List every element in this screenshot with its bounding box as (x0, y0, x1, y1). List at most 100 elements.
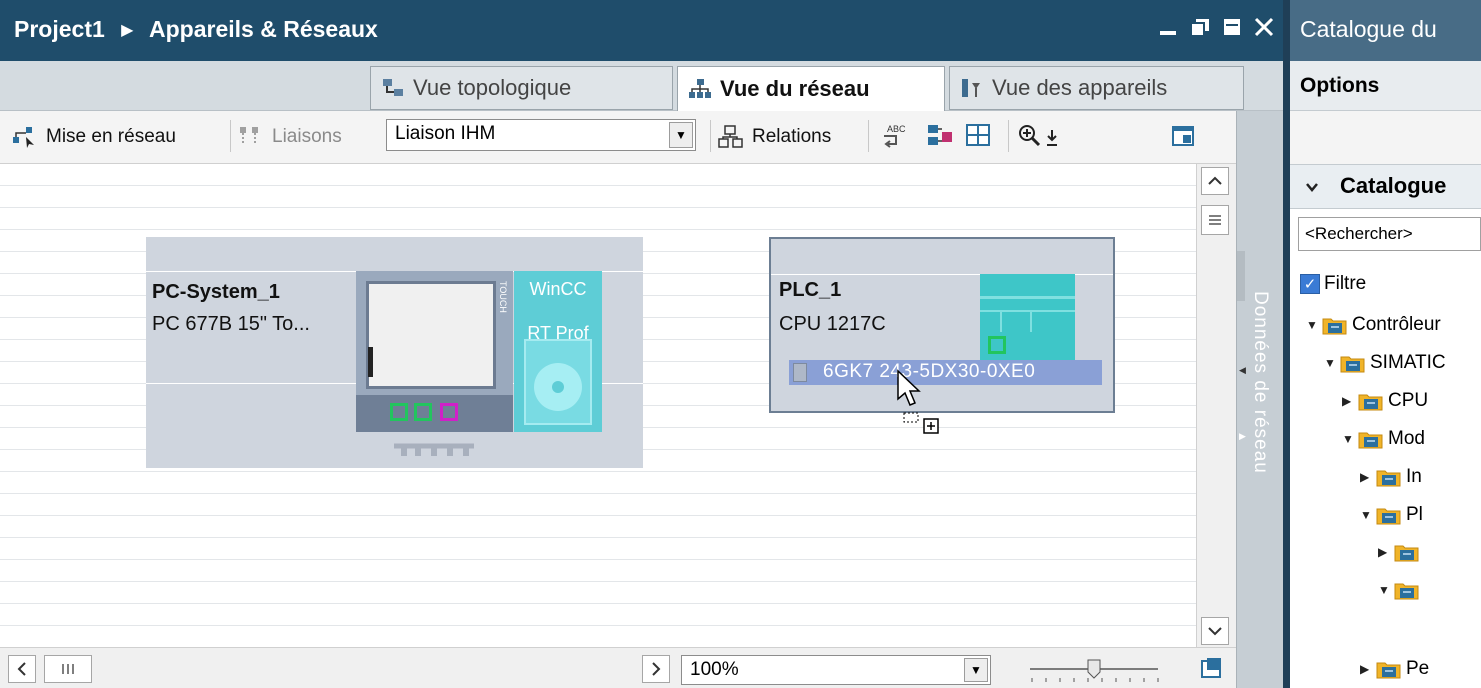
scroll-right-icon[interactable] (642, 655, 670, 683)
network-data-panel-toggle[interactable]: ◀ ▶ Données de réseau (1236, 111, 1283, 688)
tab-label: Vue des appareils (992, 75, 1168, 100)
scroll-left-icon[interactable] (8, 655, 36, 683)
horizontal-scroll-thumb[interactable] (44, 655, 92, 683)
port-icon[interactable] (414, 403, 432, 421)
tab-topology-view[interactable]: Vue topologique (370, 66, 673, 110)
vertical-scrollbar[interactable] (1196, 164, 1236, 647)
zoom-dropdown-icon[interactable] (1044, 126, 1060, 150)
tab-network-view[interactable]: Vue du réseau (677, 66, 945, 112)
grid-view-icon[interactable] (964, 122, 994, 150)
breadcrumb-devices-networks[interactable]: Appareils & Réseaux (149, 16, 378, 42)
collapsed-arrow-icon[interactable]: ▶ (1342, 394, 1356, 408)
topology-icon (383, 79, 403, 96)
chevron-down-icon[interactable] (1304, 179, 1320, 195)
properties-panel-icon[interactable] (1170, 124, 1198, 150)
folder-icon (1376, 508, 1401, 525)
minimize-icon[interactable] (1157, 14, 1179, 40)
tab-label: Vue du réseau (720, 76, 870, 101)
plc-device[interactable]: PLC_1 CPU 1217C 6GK7 243-5DX30-0XE0 (769, 237, 1115, 413)
overview-navigation-icon[interactable] (1198, 655, 1226, 683)
catalog-tree-item[interactable]: ▼ SIMATIC (1324, 352, 1446, 374)
dropdown-arrow-icon[interactable]: ▼ (669, 122, 693, 148)
scroll-up-icon[interactable] (1201, 167, 1229, 195)
catalog-tree-item[interactable]: ▶ In (1360, 466, 1422, 488)
connections-button[interactable]: Liaisons (238, 123, 342, 151)
pc-system-device[interactable]: PC-System_1 PC 677B 15" To... TOUCH WinC… (146, 237, 643, 468)
network-mode-label: Mise en réseau (46, 126, 176, 147)
show-address-labels-icon[interactable]: ABC (880, 122, 910, 150)
catalog-tree-item[interactable]: ▶ Pe (1360, 658, 1429, 680)
port-icon[interactable] (440, 403, 458, 421)
checkbox-checked-icon[interactable]: ✓ (1300, 274, 1320, 294)
expanded-arrow-icon[interactable]: ▼ (1378, 583, 1392, 597)
zoom-level-value: 100% (690, 659, 739, 680)
breadcrumb: Project1 ▶ Appareils & Réseaux (14, 16, 378, 43)
toolbar-divider (868, 120, 869, 152)
device-name: PLC_1 (779, 279, 842, 301)
zoom-level-select[interactable]: 100% ▼ (681, 655, 991, 685)
touch-label: TOUCH (498, 281, 508, 313)
catalog-tree-item[interactable]: ▶ CPU (1342, 390, 1428, 412)
catalog-search-input[interactable]: <Rechercher> (1298, 217, 1481, 251)
catalog-tree-item[interactable]: ▼ Pl (1360, 504, 1423, 526)
network-overview-icon[interactable] (926, 122, 956, 150)
expand-arrow-icon[interactable]: ▶ (1239, 431, 1246, 442)
port-icon[interactable] (988, 336, 1006, 354)
view-tab-bar: Vue topologique Vue du réseau Vue des ap… (0, 61, 1283, 112)
toolbar-divider (1008, 120, 1009, 152)
catalog-tree-item[interactable]: ▼ Contrôleur (1306, 314, 1441, 336)
breadcrumb-separator: ▶ (121, 22, 134, 39)
folder-icon (1394, 583, 1419, 600)
catalog-tree-item[interactable]: ▼ Mod (1342, 428, 1425, 450)
device-type: CPU 1217C (779, 313, 886, 335)
drag-add-cursor-icon (897, 369, 939, 434)
folder-icon (1358, 432, 1383, 449)
breadcrumb-project[interactable]: Project1 (14, 16, 105, 42)
expanded-arrow-icon[interactable]: ▼ (1342, 432, 1356, 446)
module-slot-icon (793, 363, 807, 382)
maximize-icon[interactable] (1221, 14, 1243, 40)
port-icon[interactable] (390, 403, 408, 421)
panel-port-bar (356, 395, 513, 432)
expanded-arrow-icon[interactable]: ▼ (1324, 356, 1338, 370)
scroll-down-icon[interactable] (1201, 617, 1229, 645)
network-data-label: Données de réseau (1250, 291, 1271, 474)
device-view-icon (962, 79, 980, 97)
catalog-options-header[interactable]: Options (1290, 61, 1481, 111)
panel-splitter[interactable] (1283, 0, 1290, 688)
catalog-section-header[interactable]: Catalogue (1290, 164, 1481, 209)
relations-button[interactable]: Relations (718, 123, 831, 151)
expanded-arrow-icon[interactable]: ▼ (1360, 508, 1374, 522)
zoom-slider[interactable] (1028, 656, 1164, 686)
catalog-toolbar-area (1290, 111, 1481, 164)
close-icon[interactable] (1253, 14, 1275, 40)
editor-title-bar: Project1 ▶ Appareils & Réseaux (0, 0, 1283, 61)
catalog-tree-item[interactable]: ▶ (1378, 542, 1424, 562)
collapsed-arrow-icon[interactable]: ▶ (1360, 470, 1374, 484)
catalog-tree-item[interactable]: ▼ (1378, 580, 1424, 600)
scroll-thumb[interactable] (1201, 205, 1229, 235)
zoom-in-icon[interactable] (1016, 122, 1044, 150)
toolbar-divider (710, 120, 711, 152)
tree-item-label: Pl (1406, 504, 1423, 525)
connections-icon (240, 127, 258, 145)
rack-connector-icon (394, 443, 474, 456)
tree-item-label: SIMATIC (1370, 352, 1446, 373)
collapsed-arrow-icon[interactable]: ▶ (1360, 662, 1374, 676)
expanded-arrow-icon[interactable]: ▼ (1306, 318, 1320, 332)
collapsed-arrow-icon[interactable]: ▶ (1378, 545, 1392, 559)
connection-type-select[interactable]: Liaison IHM ▼ (386, 119, 696, 151)
network-icon (689, 79, 711, 98)
cpu-image (980, 274, 1075, 372)
float-window-icon[interactable] (1189, 14, 1211, 40)
wincc-runtime-module[interactable]: WinCC RT Prof (514, 271, 602, 432)
device-name: PC-System_1 (152, 281, 280, 303)
collapse-arrow-icon[interactable]: ◀ (1239, 365, 1246, 376)
filter-label: Filtre (1324, 273, 1367, 294)
network-mode-button[interactable]: Mise en réseau (12, 123, 176, 151)
tab-device-view[interactable]: Vue des appareils (949, 66, 1244, 110)
filter-checkbox[interactable]: ✓ Filtre (1300, 273, 1366, 295)
catalog-title-bar: Catalogue du (1290, 0, 1481, 61)
communication-module-selected[interactable]: 6GK7 243-5DX30-0XE0 (789, 360, 1102, 385)
dropdown-arrow-icon[interactable]: ▼ (964, 658, 988, 682)
